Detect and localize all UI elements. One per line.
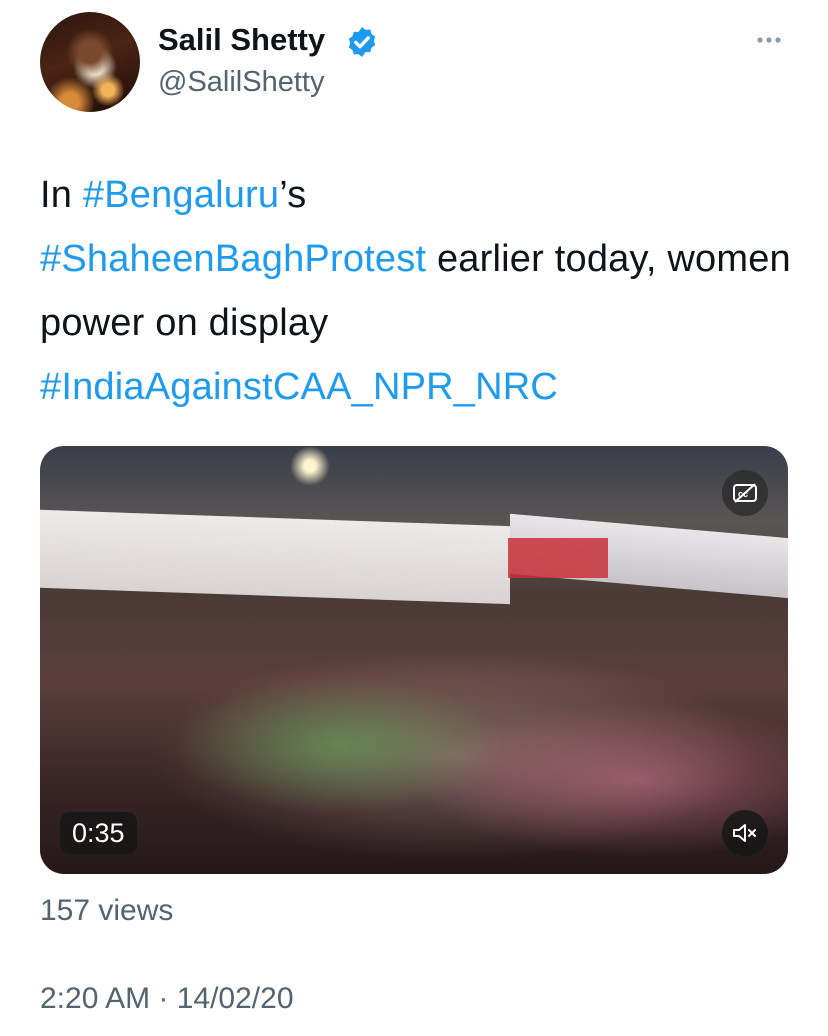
video-frame-banner bbox=[40, 509, 510, 605]
tweet-text: In #Bengaluru’s #ShaheenBaghProtest earl… bbox=[40, 163, 800, 419]
hashtag-bengaluru[interactable]: #Bengaluru bbox=[83, 174, 279, 216]
mute-button[interactable] bbox=[722, 810, 768, 856]
closed-captions-button[interactable]: cc bbox=[722, 470, 768, 516]
video-duration: 0:35 bbox=[60, 812, 137, 854]
muted-speaker-icon bbox=[733, 824, 756, 842]
video-frame-light bbox=[290, 446, 330, 486]
author-name[interactable]: Salil Shetty bbox=[158, 22, 325, 58]
more-options-icon[interactable] bbox=[752, 28, 786, 52]
hashtag-indiaagainstcaa[interactable]: #IndiaAgainstCAA_NPR_NRC bbox=[40, 366, 558, 408]
view-count: 157 views bbox=[40, 894, 174, 927]
video-frame-banner bbox=[508, 538, 608, 578]
tweet-timestamp[interactable]: 2:20 AM · 14/02/20 bbox=[40, 982, 294, 1016]
author-handle[interactable]: @SalilShetty bbox=[158, 66, 324, 99]
tweet-text-segment: ’s bbox=[279, 174, 307, 216]
closed-captions-off-icon: cc bbox=[733, 483, 757, 503]
video-player[interactable]: cc 0:35 bbox=[40, 446, 788, 874]
tweet-text-segment: In bbox=[40, 174, 83, 216]
verified-badge-icon bbox=[348, 27, 376, 57]
avatar[interactable] bbox=[40, 12, 140, 112]
hashtag-shaheenbaghprotest[interactable]: #ShaheenBaghProtest bbox=[40, 238, 426, 280]
